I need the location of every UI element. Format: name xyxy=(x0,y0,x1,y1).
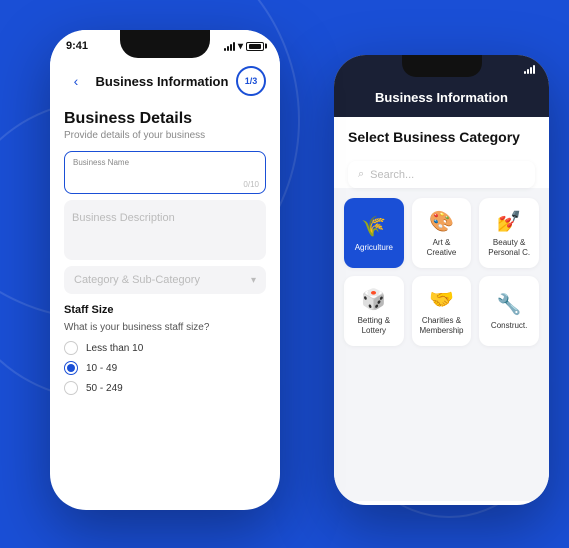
category-card-beauty[interactable]: 💅 Beauty & Personal C. xyxy=(479,198,539,268)
category-card-charities[interactable]: 🤝 Charities & Membership xyxy=(412,276,472,346)
business-name-input-wrapper[interactable]: Business Name 0/10 xyxy=(64,151,266,194)
phones-container: 9:41 ▾ ‹ Business Information 1/3 Busine… xyxy=(0,0,569,548)
phone2-content: Select Business Category ⌕ Search... 🌾 A… xyxy=(334,117,549,501)
phone-notch xyxy=(120,30,210,58)
category-name-agriculture: Agriculture xyxy=(355,243,393,253)
category-grid-row2: 🎲 Betting & Lottery 🤝 Charities & Member… xyxy=(334,276,549,346)
staff-question: What is your business staff size? xyxy=(64,322,266,333)
category-search-bar[interactable]: ⌕ Search... xyxy=(348,161,535,188)
section-title: Business Details xyxy=(64,110,266,128)
category-name-art: Art & Creative xyxy=(418,238,466,257)
phone-main: 9:41 ▾ ‹ Business Information 1/3 Busine… xyxy=(50,30,280,510)
business-name-count: 0/10 xyxy=(243,180,259,189)
chevron-down-icon: ▾ xyxy=(251,275,256,286)
radio-label: 10 - 49 xyxy=(86,363,117,374)
category-card-construction[interactable]: 🔧 Construct. xyxy=(479,276,539,346)
step-badge: 1/3 xyxy=(236,66,266,96)
business-description-wrapper[interactable]: Business Description xyxy=(64,200,266,260)
agriculture-icon: 🌾 xyxy=(361,214,386,239)
business-name-label: Business Name xyxy=(73,158,257,167)
category-name-beauty: Beauty & Personal C. xyxy=(485,238,533,257)
status-time: 9:41 xyxy=(66,40,88,52)
step-label: 1/3 xyxy=(245,76,258,86)
category-label: Category & Sub-Category xyxy=(74,274,200,286)
radio-button-selected[interactable] xyxy=(64,361,78,375)
betting-icon: 🎲 xyxy=(361,287,386,312)
category-card-agriculture[interactable]: 🌾 Agriculture xyxy=(344,198,404,268)
category-grid-row1: 🌾 Agriculture 🎨 Art & Creative 💅 Beauty … xyxy=(334,198,549,268)
radio-option-10-49[interactable]: 10 - 49 xyxy=(64,361,266,375)
radio-option-50-249[interactable]: 50 - 249 xyxy=(64,381,266,395)
radio-inner-dot xyxy=(67,364,75,372)
search-placeholder-text: Search... xyxy=(370,169,414,181)
section-subtitle: Provide details of your business xyxy=(64,130,266,141)
category-card-art[interactable]: 🎨 Art & Creative xyxy=(412,198,472,268)
phone-header: ‹ Business Information 1/3 xyxy=(50,62,280,102)
phone2-header-title: Business Information xyxy=(375,90,508,105)
battery-icon xyxy=(246,42,264,51)
phone2-header: Business Information xyxy=(334,83,549,117)
status-icons: ▾ xyxy=(224,41,264,52)
radio-option-less-than-10[interactable]: Less than 10 xyxy=(64,341,266,355)
category-name-betting: Betting & Lottery xyxy=(350,316,398,335)
art-icon: 🎨 xyxy=(429,209,454,234)
category-section-title: Select Business Category xyxy=(334,117,549,153)
radio-button[interactable] xyxy=(64,381,78,395)
search-icon: ⌕ xyxy=(358,168,364,181)
construction-icon: 🔧 xyxy=(497,292,522,317)
back-chevron-icon: ‹ xyxy=(74,73,79,89)
beauty-icon: 💅 xyxy=(497,209,522,234)
charities-icon: 🤝 xyxy=(429,287,454,312)
signal-icon xyxy=(224,41,235,51)
category-name-charities: Charities & Membership xyxy=(418,316,466,335)
signal-icon xyxy=(524,64,535,74)
back-button[interactable]: ‹ xyxy=(64,69,88,93)
category-dropdown[interactable]: Category & Sub-Category ▾ xyxy=(64,266,266,294)
header-title: Business Information xyxy=(96,74,229,89)
wifi-icon: ▾ xyxy=(238,41,243,52)
phone-content: Business Details Provide details of your… xyxy=(50,102,280,409)
radio-label: Less than 10 xyxy=(86,343,143,354)
radio-label: 50 - 249 xyxy=(86,383,123,394)
category-name-construction: Construct. xyxy=(491,321,527,331)
phone-secondary: Business Information Select Business Cat… xyxy=(334,55,549,505)
business-description-placeholder: Business Description xyxy=(72,212,175,224)
phone2-notch xyxy=(402,55,482,77)
radio-button[interactable] xyxy=(64,341,78,355)
category-card-betting[interactable]: 🎲 Betting & Lottery xyxy=(344,276,404,346)
business-name-input[interactable] xyxy=(73,172,257,186)
staff-size-label: Staff Size xyxy=(64,304,266,316)
